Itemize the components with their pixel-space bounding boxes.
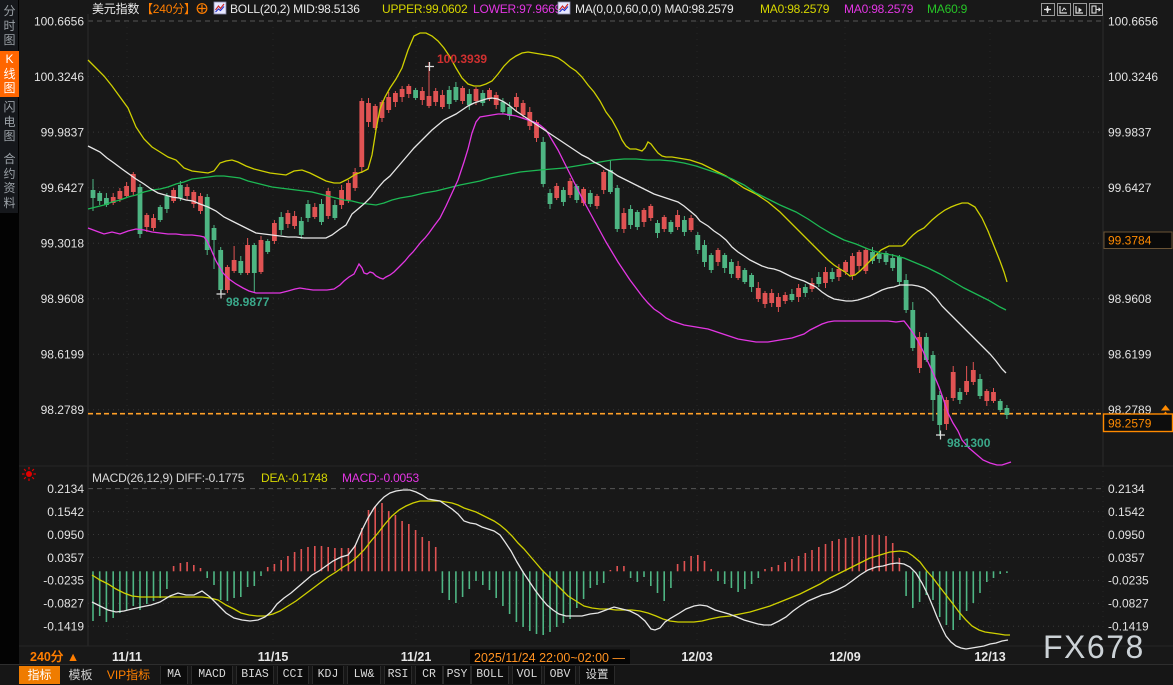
svg-text:0.1542: 0.1542 xyxy=(1108,505,1145,519)
svg-text:99.9837: 99.9837 xyxy=(41,125,85,139)
svg-text:MACD(26,12,9) DIFF:-0.1775: MACD(26,12,9) DIFF:-0.1775 xyxy=(92,471,245,485)
svg-text:FX678: FX678 xyxy=(1043,629,1145,665)
svg-text:99.9837: 99.9837 xyxy=(1108,125,1152,139)
svg-text:98.9877: 98.9877 xyxy=(226,295,270,309)
svg-text:MA(0,0,0,60,0,0) MA0:98.2579: MA(0,0,0,60,0,0) MA0:98.2579 xyxy=(575,2,734,16)
svg-text:100.3246: 100.3246 xyxy=(1108,70,1158,84)
svg-text:12/03: 12/03 xyxy=(681,650,712,664)
svg-text:99.3018: 99.3018 xyxy=(41,237,85,251)
svg-text:100.6656: 100.6656 xyxy=(34,14,84,28)
svg-text:-0.0235: -0.0235 xyxy=(43,574,84,588)
svg-text:【240分】: 【240分】 xyxy=(141,2,196,16)
svg-text:11/11: 11/11 xyxy=(112,650,142,664)
svg-text:0.0357: 0.0357 xyxy=(1108,551,1145,565)
svg-text:-0.0827: -0.0827 xyxy=(1108,597,1149,611)
svg-text:98.6199: 98.6199 xyxy=(1108,348,1152,362)
svg-text:99.6427: 99.6427 xyxy=(41,181,85,195)
svg-text:2025/11/24 22:00~02:00 —: 2025/11/24 22:00~02:00 — xyxy=(474,651,625,665)
svg-text:12/09: 12/09 xyxy=(829,650,860,664)
svg-text:MA0:98.2579: MA0:98.2579 xyxy=(760,2,830,16)
svg-text:98.9608: 98.9608 xyxy=(1108,292,1152,306)
svg-text:99.6427: 99.6427 xyxy=(1108,181,1152,195)
svg-text:11/21: 11/21 xyxy=(401,650,432,664)
svg-text:0.0357: 0.0357 xyxy=(47,551,84,565)
svg-text:98.2579: 98.2579 xyxy=(1108,417,1152,431)
svg-text:100.6656: 100.6656 xyxy=(1108,14,1158,28)
svg-text:99.3784: 99.3784 xyxy=(1108,234,1152,248)
svg-text:240分 ▲: 240分 ▲ xyxy=(30,649,79,664)
svg-text:0.0950: 0.0950 xyxy=(47,528,84,542)
svg-text:98.9608: 98.9608 xyxy=(41,292,85,306)
svg-text:98.1300: 98.1300 xyxy=(947,436,991,450)
svg-text:LOWER:97.9669: LOWER:97.9669 xyxy=(473,2,562,16)
svg-text:-0.0235: -0.0235 xyxy=(1108,574,1149,588)
svg-text:100.3246: 100.3246 xyxy=(34,70,84,84)
svg-text:0.2134: 0.2134 xyxy=(47,482,84,496)
svg-text:MA0:98.2579: MA0:98.2579 xyxy=(844,2,914,16)
svg-text:DEA:-0.1748: DEA:-0.1748 xyxy=(261,471,328,485)
svg-text:0.0950: 0.0950 xyxy=(1108,528,1145,542)
svg-text:BOLL(20,2) MID:98.5136: BOLL(20,2) MID:98.5136 xyxy=(230,2,360,16)
svg-text:美元指数: 美元指数 xyxy=(92,1,139,16)
svg-text:11/15: 11/15 xyxy=(258,650,289,664)
svg-text:12/13: 12/13 xyxy=(974,650,1005,664)
svg-text:-0.1419: -0.1419 xyxy=(43,620,84,634)
svg-text:98.6199: 98.6199 xyxy=(41,348,85,362)
svg-text:UPPER:99.0602: UPPER:99.0602 xyxy=(382,2,468,16)
svg-text:98.2789: 98.2789 xyxy=(41,403,85,417)
svg-text:MACD:-0.0053: MACD:-0.0053 xyxy=(342,471,419,485)
svg-text:0.1542: 0.1542 xyxy=(47,505,84,519)
svg-text:MA60:9: MA60:9 xyxy=(927,2,968,16)
svg-text:-0.0827: -0.0827 xyxy=(43,597,84,611)
svg-text:0.2134: 0.2134 xyxy=(1108,482,1145,496)
svg-text:100.3939: 100.3939 xyxy=(437,52,487,66)
